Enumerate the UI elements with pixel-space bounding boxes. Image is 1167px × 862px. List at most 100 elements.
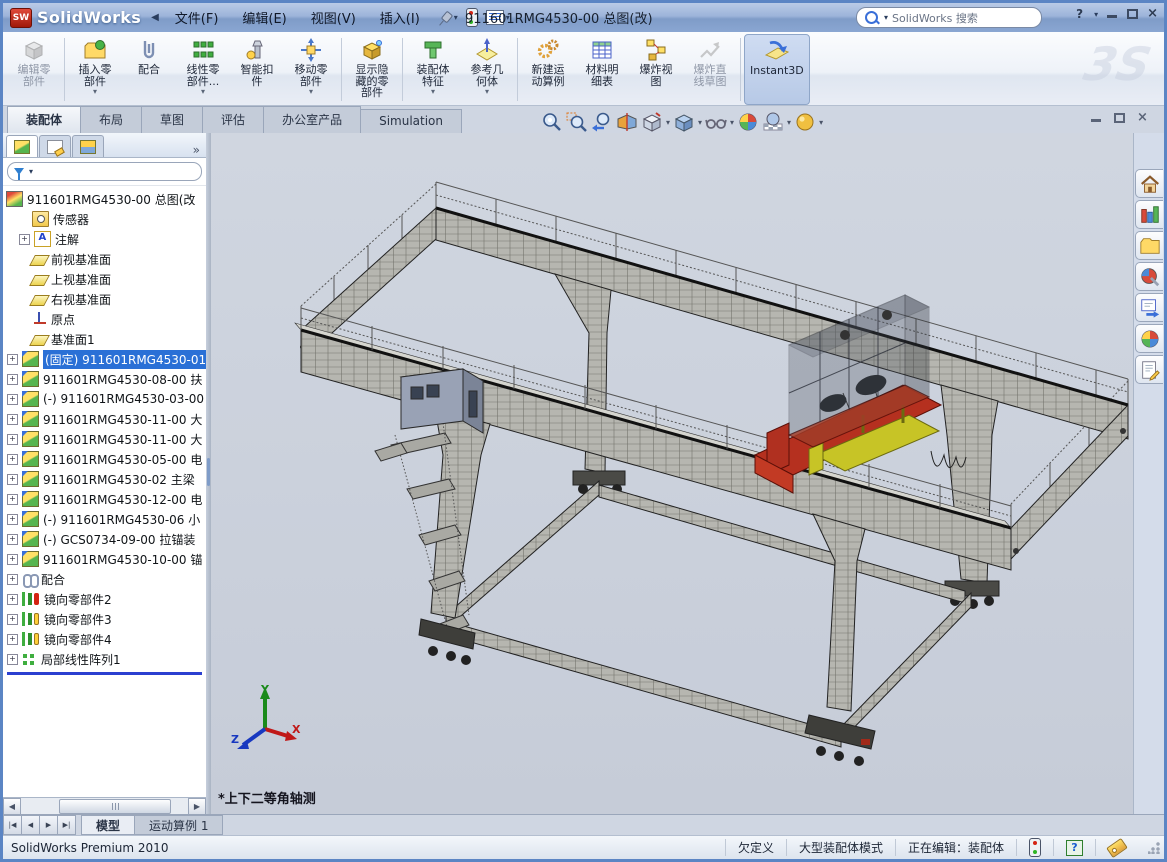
expand-icon[interactable] xyxy=(7,374,18,385)
edit-appearance-icon[interactable] xyxy=(737,111,759,133)
view-orientation-icon[interactable] xyxy=(641,111,663,133)
expand-icon[interactable] xyxy=(7,534,18,545)
explode-line-sketch-button[interactable]: 爆炸直 线草图 xyxy=(683,34,737,105)
insert-component-button[interactable]: 插入零 部件▾ xyxy=(68,34,122,105)
tab-evaluate[interactable]: 评估 xyxy=(202,106,264,133)
tree-item-front-plane[interactable]: 前视基准面 xyxy=(5,249,206,269)
gantry-crane-model[interactable] xyxy=(211,133,1134,815)
tree-item-component[interactable]: (-) 911601RMG4530-03-00 xyxy=(5,389,206,409)
maximize-button[interactable] xyxy=(1127,9,1138,19)
scroll-left-button[interactable]: ◀ xyxy=(3,798,21,815)
graphics-viewport[interactable]: Y X Z *上下二等角轴测 xyxy=(211,133,1134,815)
menu-collapse-icon[interactable]: ◀ xyxy=(151,12,159,23)
help-dropdown-icon[interactable]: ▾ xyxy=(1094,10,1098,19)
operator-cabin[interactable] xyxy=(401,369,483,433)
appearances-scenes-tab[interactable] xyxy=(1135,324,1163,353)
expand-icon[interactable] xyxy=(7,454,18,465)
menu-edit[interactable]: 编辑(E) xyxy=(232,5,296,30)
minimize-button[interactable] xyxy=(1107,9,1118,19)
front-tie-beam[interactable] xyxy=(446,621,841,747)
smart-fasteners-button[interactable]: 智能扣 件 xyxy=(230,34,284,105)
expand-icon[interactable] xyxy=(7,574,18,585)
show-hidden-components-button[interactable]: 显示隐 藏的零 部件 xyxy=(345,34,399,105)
menu-insert[interactable]: 插入(I) xyxy=(370,5,430,30)
tree-item-top-plane[interactable]: 上视基准面 xyxy=(5,269,206,289)
tree-item-component[interactable]: 911601RMG4530-11-00 大 xyxy=(5,409,206,429)
doc-close-button[interactable]: × xyxy=(1137,113,1148,123)
help-button[interactable]: ? xyxy=(1076,7,1083,21)
tree-item-component[interactable]: (-) GCS0734-09-00 拉锚装 xyxy=(5,529,206,549)
tab-simulation[interactable]: Simulation xyxy=(360,109,462,133)
right-sill-beam[interactable] xyxy=(841,593,971,741)
expand-icon[interactable] xyxy=(7,614,18,625)
right-front-bogie[interactable] xyxy=(805,715,875,766)
expand-icon[interactable] xyxy=(7,554,18,565)
tree-item-component[interactable]: 911601RMG4530-11-00 大 xyxy=(5,429,206,449)
tree-item-mirror-component[interactable]: 镜向零部件4 xyxy=(5,629,206,649)
tree-item-origin[interactable]: 原点 xyxy=(5,309,206,329)
motion-study-tab[interactable]: 运动算例 1 xyxy=(134,815,223,835)
instant3d-button[interactable]: Instant3D xyxy=(744,34,810,105)
panel-horizontal-scrollbar[interactable]: ◀ ▶ xyxy=(3,797,206,815)
tree-item-component[interactable]: 911601RMG4530-12-00 电 xyxy=(5,489,206,509)
tree-item-component[interactable]: 911601RMG4530-02 主梁 xyxy=(5,469,206,489)
section-view-icon[interactable] xyxy=(616,111,638,133)
reference-geometry-button[interactable]: 参考几 何体▾ xyxy=(460,34,514,105)
exploded-view-button[interactable]: 爆炸视 图 xyxy=(629,34,683,105)
menu-view[interactable]: 视图(V) xyxy=(301,5,366,30)
tree-item-component[interactable]: 911601RMG4530-08-00 扶 xyxy=(5,369,206,389)
panel-expand-icon[interactable]: » xyxy=(193,143,200,157)
hide-show-items-dropdown[interactable]: ▾ xyxy=(730,118,734,127)
tree-item-sensors[interactable]: 传感器 xyxy=(5,209,206,229)
doc-minimize-button[interactable] xyxy=(1091,113,1102,123)
tab-assembly[interactable]: 装配体 xyxy=(7,106,81,133)
view-palette-tab[interactable] xyxy=(1135,293,1163,322)
tree-item-component[interactable]: 911601RMG4530-10-00 锚 xyxy=(5,549,206,569)
splitter-grip[interactable] xyxy=(207,458,210,486)
solidworks-resources-tab[interactable] xyxy=(1135,169,1163,198)
configuration-manager-tab[interactable] xyxy=(72,135,104,157)
tab-office-products[interactable]: 办公室产品 xyxy=(263,106,361,133)
mate-button[interactable]: 配合 xyxy=(122,34,176,105)
right-front-leg[interactable] xyxy=(813,514,865,711)
tree-item-mirror-component[interactable]: 镜向零部件3 xyxy=(5,609,206,629)
model-tab[interactable]: 模型 xyxy=(81,815,135,835)
search-dropdown-icon[interactable]: ▾ xyxy=(884,13,888,22)
tab-layout[interactable]: 布局 xyxy=(80,106,142,133)
tree-filter-input[interactable]: ▾ xyxy=(7,162,202,181)
edit-component-button[interactable]: 编辑零 部件 xyxy=(7,34,61,105)
feature-manager-tab[interactable] xyxy=(6,135,38,157)
expand-icon[interactable] xyxy=(7,474,18,485)
expand-icon[interactable] xyxy=(7,654,18,665)
display-style-dropdown[interactable]: ▾ xyxy=(698,118,702,127)
search-box[interactable]: ▾ SolidWorks 搜索 xyxy=(856,7,1042,28)
first-tab-button[interactable]: |◀ xyxy=(3,815,22,835)
search-icon[interactable] xyxy=(865,11,878,24)
tree-item-component[interactable]: 911601RMG4530-05-00 电 xyxy=(5,449,206,469)
menu-file[interactable]: 文件(F) xyxy=(165,5,229,30)
expand-icon[interactable] xyxy=(7,634,18,645)
hide-show-items-icon[interactable] xyxy=(705,111,727,133)
expand-icon[interactable] xyxy=(19,234,30,245)
filter-dropdown-icon[interactable]: ▾ xyxy=(29,167,33,176)
previous-view-icon[interactable] xyxy=(591,111,613,133)
expand-icon[interactable] xyxy=(7,354,18,365)
tree-item-mates[interactable]: 配合 xyxy=(5,569,206,589)
resize-grip[interactable] xyxy=(1148,842,1160,854)
property-manager-tab[interactable] xyxy=(39,135,71,157)
view-orientation-dropdown[interactable]: ▾ xyxy=(666,118,670,127)
file-explorer-tab[interactable] xyxy=(1135,231,1163,260)
view-settings-icon[interactable] xyxy=(794,111,816,133)
tree-root[interactable]: 911601RMG4530-00 总图(改 xyxy=(5,189,206,209)
expand-icon[interactable] xyxy=(7,514,18,525)
expand-icon[interactable] xyxy=(7,434,18,445)
right-end-beam[interactable] xyxy=(1011,405,1128,559)
new-motion-study-button[interactable]: 新建运 动算例 xyxy=(521,34,575,105)
apply-scene-icon[interactable] xyxy=(762,111,784,133)
tree-item-right-plane[interactable]: 右视基准面 xyxy=(5,289,206,309)
tree-item-plane1[interactable]: 基准面1 xyxy=(5,329,206,349)
display-style-icon[interactable] xyxy=(673,111,695,133)
pin-menu-icon[interactable]: ▾ xyxy=(438,11,458,25)
tree-item-mirror-component[interactable]: 镜向零部件2 xyxy=(5,589,206,609)
design-library-tab[interactable] xyxy=(1135,200,1163,229)
